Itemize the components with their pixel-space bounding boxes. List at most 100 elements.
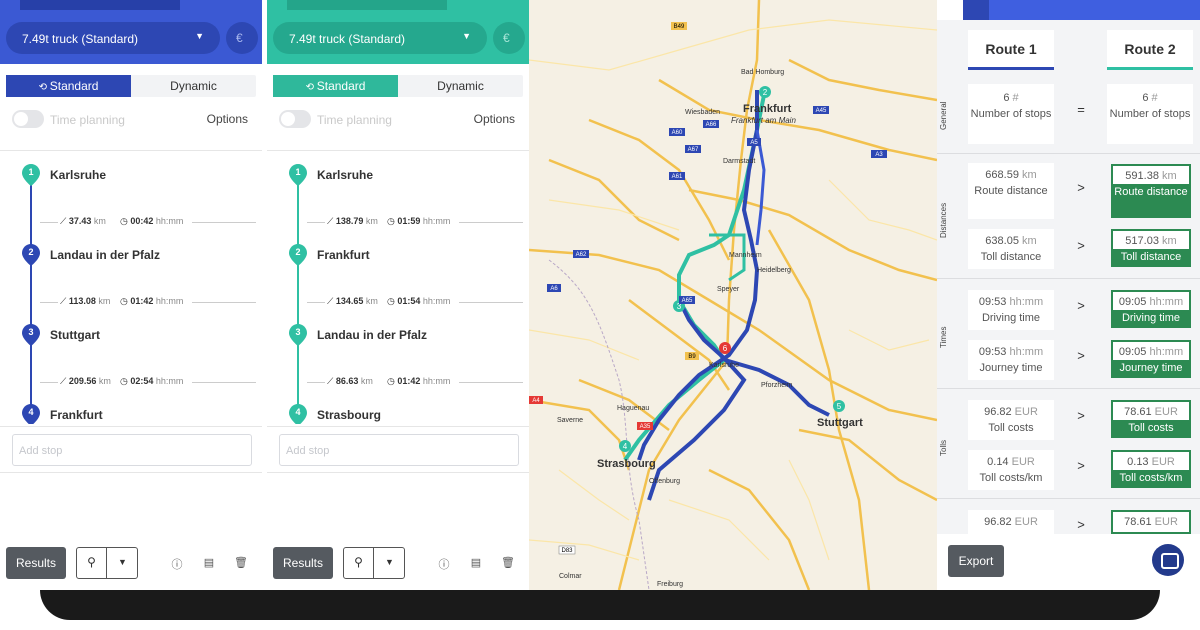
road-shield-label: A66 (706, 122, 717, 128)
leg-distance: ⟋ 134.65 km (327, 296, 378, 306)
options-link[interactable]: Options (474, 112, 515, 126)
vehicle-label: 7.49t truck (Standard) (289, 32, 406, 46)
stop-item[interactable]: 4 Frankfurt (22, 404, 252, 424)
time-planning-row: Time planning Options (279, 110, 523, 130)
leg-time: ◷ 02:54 hh:mm (120, 376, 184, 386)
chevron-down-icon: ▼ (195, 31, 204, 41)
tab-dynamic[interactable]: Dynamic (398, 75, 523, 97)
route1-journey-time: 09:53 hh:mm Journey time (968, 340, 1054, 380)
section-tolls: Tolls (939, 439, 948, 456)
leg-distance: ⟋ 37.43 km (60, 216, 106, 226)
compare-symbol: > (1077, 408, 1085, 423)
leg-line (307, 222, 325, 223)
section-general: General (939, 101, 948, 130)
tab-standard[interactable]: Standard (273, 75, 398, 97)
route-map[interactable]: 2 3 4 5 6 Frankfurt Frankfurt am Main St… (529, 0, 937, 590)
calculator-icon[interactable]: ▤ (469, 556, 483, 570)
city-label: Haguenau (617, 405, 649, 412)
section-divider (937, 388, 1200, 389)
leg-distance: ⟋ 86.63 km (327, 376, 373, 386)
city-label: Heidelberg (757, 267, 791, 274)
clock-icon: ◷ (120, 376, 128, 386)
route1-toll-distance: 638.05 km Toll distance (968, 229, 1054, 269)
stop-item[interactable]: 3 Stuttgart (22, 324, 252, 346)
chevron-down-icon[interactable]: ▼ (108, 548, 137, 578)
stop-item[interactable]: 2 Frankfurt (289, 244, 519, 266)
compare-symbol: > (1077, 458, 1085, 473)
stop-list[interactable]: 1 Karlsruhe ⟋ 37.43 km ◷ 00:42 hh:mm 2 L… (0, 152, 262, 424)
results-button[interactable]: Results (6, 547, 66, 579)
action-bar: Results ⚲ ▼ ⓘ ▤ 🗑 (6, 547, 258, 579)
mode-tabs: Standard Dynamic (273, 75, 523, 97)
city-label: Frankfurt am Main (731, 116, 796, 125)
road-shield-label: A3 (875, 152, 883, 158)
chat-icon[interactable] (1152, 544, 1184, 576)
stop-item[interactable]: 1 Karlsruhe (22, 164, 252, 186)
leg-info: ⟋ 134.65 km ◷ 01:54 hh:mm (307, 295, 523, 309)
compare-symbol: > (1077, 517, 1085, 532)
trash-icon[interactable]: 🗑 (234, 556, 248, 570)
stop-item[interactable]: 4 Strasbourg (289, 404, 519, 424)
route1-header[interactable]: Route 1 (968, 30, 1054, 70)
route2-journey-time: 09:05 hh:mm Journey time (1111, 340, 1191, 378)
divider (267, 472, 529, 473)
stop-item[interactable]: 3 Landau in der Pfalz (289, 324, 519, 346)
device-shadow (40, 590, 1160, 620)
tab-dynamic[interactable]: Dynamic (131, 75, 256, 97)
route1-panel: 7.49t truck (Standard) ▼ € Standard Dynam… (0, 0, 262, 590)
divider (0, 150, 262, 151)
section-divider (937, 498, 1200, 499)
calculator-icon[interactable]: ▤ (202, 556, 216, 570)
vehicle-label: 7.49t truck (Standard) (22, 32, 139, 46)
stop-item[interactable]: 1 Karlsruhe (289, 164, 519, 186)
comparison-footer: Export (937, 534, 1200, 590)
leg-info: ⟋ 138.79 km ◷ 01:59 hh:mm (307, 215, 523, 229)
stop-number: 4 (295, 407, 301, 417)
info-icon[interactable]: ⓘ (170, 556, 184, 571)
leg-line (192, 302, 256, 303)
leg-distance: ⟋ 209.56 km (60, 376, 111, 386)
currency-button[interactable]: € (493, 22, 525, 54)
route1-route-distance: 668.59 km Route distance (968, 163, 1054, 219)
tab-standard[interactable]: Standard (6, 75, 131, 97)
time-planning-toggle[interactable] (279, 110, 311, 128)
city-label: Saverne (557, 417, 583, 424)
results-button[interactable]: Results (273, 547, 333, 579)
divider (267, 426, 529, 427)
clock-icon: ◷ (387, 216, 395, 226)
leg-line (459, 382, 523, 383)
trash-icon[interactable]: 🗑 (501, 556, 515, 570)
currency-button[interactable]: € (226, 22, 258, 54)
stop-item[interactable]: 2 Landau in der Pfalz (22, 244, 252, 266)
comparison-panel: Route 1 Route 2 General Distances Times … (937, 0, 1200, 590)
route2-header[interactable]: Route 2 (1107, 30, 1193, 70)
leg-line (459, 302, 523, 303)
road-shield-label: D83 (561, 548, 573, 554)
ruler-icon: ⟋ (60, 296, 67, 306)
stop-list[interactable]: 1 Karlsruhe ⟋ 138.79 km ◷ 01:59 hh:mm 2 … (267, 152, 529, 424)
time-planning-toggle[interactable] (12, 110, 44, 128)
chevron-down-icon[interactable]: ▼ (375, 548, 404, 578)
add-stop-input[interactable]: Add stop (12, 434, 252, 466)
leg-time: ◷ 01:42 hh:mm (387, 376, 451, 386)
vehicle-select[interactable]: 7.49t truck (Standard) ▼ (6, 22, 220, 54)
route-icon[interactable]: ⚲ (344, 548, 374, 578)
route2-driving-time: 09:05 hh:mm Driving time (1111, 290, 1191, 328)
export-button[interactable]: Export (948, 545, 1004, 577)
info-icon[interactable]: ⓘ (437, 556, 451, 571)
stop-name: Landau in der Pfalz (317, 328, 428, 342)
leg-time: ◷ 00:42 hh:mm (120, 216, 184, 226)
road-shield-label: A67 (688, 147, 699, 153)
road-shield-label: A35 (640, 424, 651, 430)
vehicle-select[interactable]: 7.49t truck (Standard) ▼ (273, 22, 487, 54)
city-label: Freiburg (657, 581, 683, 588)
border-line (548, 259, 650, 590)
add-stop-input[interactable]: Add stop (279, 434, 519, 466)
stop-name: Stuttgart (50, 328, 100, 342)
leg-line (40, 382, 58, 383)
options-link[interactable]: Options (207, 112, 248, 126)
leg-line (459, 222, 523, 223)
route-icon[interactable]: ⚲ (77, 548, 107, 578)
route1-stops: 6 # Number of stops (968, 84, 1054, 144)
compare-symbol: > (1077, 298, 1085, 313)
